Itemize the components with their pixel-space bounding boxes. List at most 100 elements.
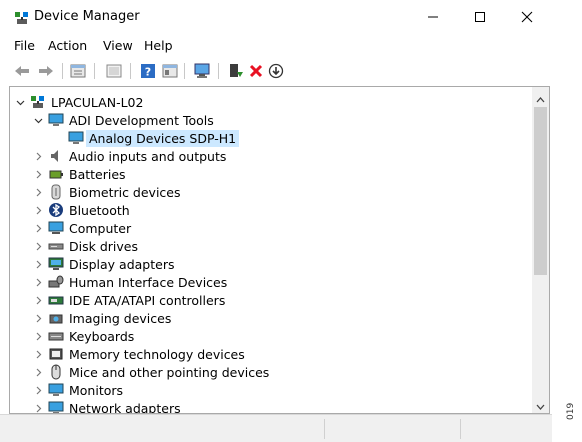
chevron-right-icon[interactable]	[32, 201, 44, 219]
tree-category[interactable]: Keyboards	[32, 327, 134, 345]
toolbar-separator	[130, 63, 131, 79]
back-arrow-icon[interactable]	[12, 60, 32, 82]
status-divider	[324, 419, 325, 439]
chevron-right-icon[interactable]	[32, 309, 44, 327]
status-divider	[460, 419, 461, 439]
toolbar-separator	[94, 63, 95, 79]
fingerprint-icon	[48, 184, 64, 200]
chevron-right-icon[interactable]	[32, 399, 44, 413]
root-label: LPACULAN-L02	[51, 94, 144, 110]
display-adapter-icon	[48, 256, 64, 272]
battery-icon	[48, 166, 64, 182]
uninstall-device-icon[interactable]	[246, 60, 266, 82]
category-label: Audio inputs and outputs	[69, 148, 227, 164]
chevron-right-icon[interactable]	[32, 363, 44, 381]
window-title: Device Manager	[34, 9, 140, 24]
tree-category[interactable]: Monitors	[32, 381, 123, 399]
tree-category[interactable]: IDE ATA/ATAPI controllers	[32, 291, 225, 309]
category-label: Network adapters	[69, 400, 181, 414]
chevron-right-icon[interactable]	[32, 165, 44, 183]
chevron-down-icon[interactable]	[32, 111, 44, 129]
chevron-right-icon[interactable]	[32, 291, 44, 309]
scroll-down-icon[interactable]	[536, 400, 545, 413]
disk-drive-icon	[48, 238, 64, 254]
chevron-right-icon[interactable]	[32, 237, 44, 255]
category-label: Disk drives	[69, 238, 138, 254]
selected-device-label: Analog Devices SDP-H1	[86, 129, 240, 147]
maximize-button[interactable]	[460, 4, 500, 30]
update-driver-icon[interactable]	[266, 60, 286, 82]
properties-icon[interactable]	[68, 60, 88, 82]
vertical-scrollbar[interactable]	[532, 87, 549, 413]
scroll-up-icon[interactable]	[536, 92, 545, 106]
category-label: IDE ATA/ATAPI controllers	[69, 292, 226, 308]
chevron-right-icon[interactable]	[32, 219, 44, 237]
ide-controller-icon	[48, 292, 64, 308]
mouse-icon	[48, 364, 64, 380]
scrollbar-thumb[interactable]	[534, 107, 547, 275]
monitor-icon	[48, 382, 64, 398]
tree-category[interactable]: Disk drives	[32, 237, 138, 255]
tree-device-sdp-h1[interactable]: Analog Devices SDP-H1	[62, 129, 240, 147]
tree-category[interactable]: Bluetooth	[32, 201, 130, 219]
chevron-down-icon[interactable]	[14, 93, 26, 111]
device-tree[interactable]: LPACULAN-L02 ADI Development Tools Analo…	[9, 86, 550, 414]
chevron-right-icon[interactable]	[32, 381, 44, 399]
computer-icon	[48, 220, 64, 236]
tree-category[interactable]: Audio inputs and outputs	[32, 147, 226, 165]
tree-category[interactable]: Display adapters	[32, 255, 174, 273]
menu-bar: File Action View Help	[0, 34, 552, 56]
category-label: Mice and other pointing devices	[69, 364, 270, 380]
toolbar-separator	[218, 63, 219, 79]
toolbar: ?	[0, 58, 552, 84]
category-label: ADI Development Tools	[69, 112, 214, 128]
category-label: Keyboards	[69, 328, 135, 344]
tree-category[interactable]: Network adapters	[32, 399, 181, 414]
show-hidden-icon[interactable]	[104, 60, 124, 82]
tree-category[interactable]: Memory technology devices	[32, 345, 245, 363]
toolbar-separator	[62, 63, 63, 79]
scan-hardware-icon[interactable]	[192, 60, 212, 82]
memory-card-icon	[48, 346, 64, 362]
category-label: Batteries	[69, 166, 126, 182]
chevron-right-icon[interactable]	[32, 345, 44, 363]
category-label: Human Interface Devices	[69, 274, 228, 290]
chevron-right-icon[interactable]	[32, 273, 44, 291]
tree-category[interactable]: Computer	[32, 219, 131, 237]
tree-category[interactable]: Mice and other pointing devices	[32, 363, 269, 381]
device-manager-icon	[14, 10, 30, 26]
monitor-icon	[48, 112, 64, 128]
chevron-right-icon[interactable]	[32, 255, 44, 273]
tree-root[interactable]: LPACULAN-L02	[14, 93, 143, 111]
camera-icon	[48, 310, 64, 326]
monitor-icon	[68, 130, 84, 146]
figure-label: 019	[566, 402, 576, 420]
details-icon[interactable]	[160, 60, 180, 82]
computer-network-icon	[30, 94, 46, 110]
menu-help[interactable]: Help	[144, 38, 173, 53]
chevron-right-icon[interactable]	[32, 327, 44, 345]
tree-category[interactable]: Biometric devices	[32, 183, 181, 201]
category-label: Bluetooth	[69, 202, 130, 218]
menu-file[interactable]: File	[14, 38, 35, 53]
toolbar-separator	[184, 63, 185, 79]
menu-action[interactable]: Action	[48, 38, 87, 53]
forward-arrow-icon[interactable]	[36, 60, 56, 82]
tree-category[interactable]: Human Interface Devices	[32, 273, 227, 291]
category-label: Monitors	[69, 382, 124, 398]
chevron-right-icon[interactable]	[32, 147, 44, 165]
tree-category[interactable]: Batteries	[32, 165, 126, 183]
tree-category-adi[interactable]: ADI Development Tools	[32, 111, 214, 129]
tree-category[interactable]: Imaging devices	[32, 309, 171, 327]
minimize-button[interactable]	[413, 4, 453, 30]
category-label: Biometric devices	[69, 184, 181, 200]
enable-driver-icon[interactable]	[226, 60, 246, 82]
chevron-right-icon[interactable]	[32, 183, 44, 201]
help-icon[interactable]: ?	[138, 60, 158, 82]
status-bar	[0, 414, 552, 442]
menu-view[interactable]: View	[103, 38, 133, 53]
keyboard-icon	[48, 328, 64, 344]
speaker-icon	[48, 148, 64, 164]
title-bar: Device Manager	[0, 0, 552, 34]
close-button[interactable]	[507, 4, 547, 30]
